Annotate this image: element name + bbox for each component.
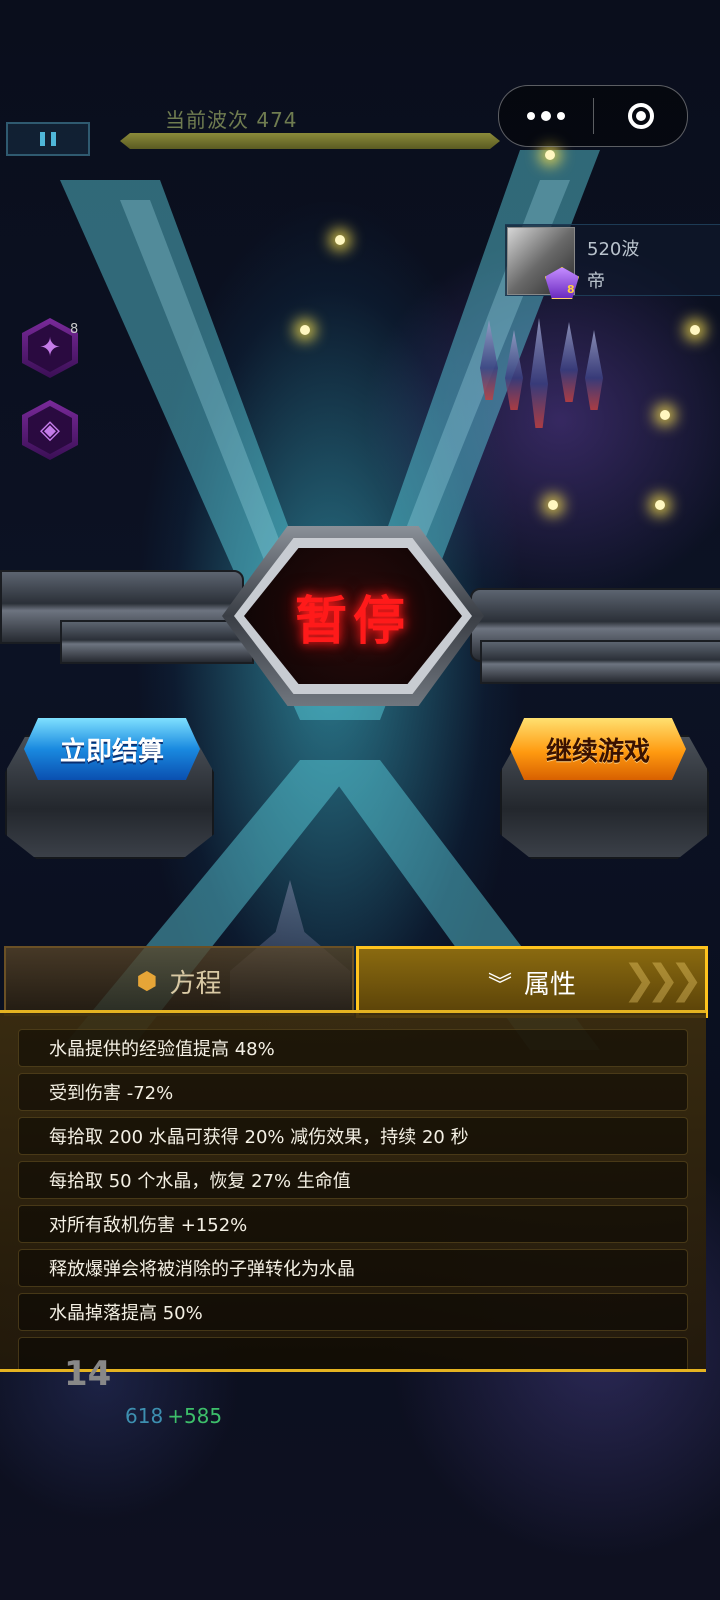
rank-level: 8 (567, 283, 575, 296)
more-button[interactable] (499, 86, 593, 146)
more-dots-icon (527, 112, 535, 120)
score-gain: +585 (167, 1404, 223, 1428)
attribute-row: 水晶提供的经验值提高 48% (18, 1029, 688, 1067)
mech-arm-right-lower (480, 640, 720, 684)
attribute-row: 每拾取 200 水晶可获得 20% 减伤效果，持续 20 秒 (18, 1117, 688, 1155)
wave-progress-bar (120, 133, 500, 149)
attribute-row: 水晶掉落提高 50% (18, 1293, 688, 1331)
star-sparkle (660, 410, 670, 420)
attribute-row: 释放爆弹会将被消除的子弹转化为水晶 (18, 1249, 688, 1287)
hexagon-icon: ⬢ (136, 967, 158, 995)
miniprogram-capsule (498, 85, 688, 147)
attribute-row: 对所有敌机伤害 +152% (18, 1205, 688, 1243)
skill-count: 8 (70, 322, 79, 337)
double-chevron-down-icon: ︾ (487, 970, 512, 999)
pause-icon (40, 132, 45, 146)
attribute-row-partial (18, 1337, 688, 1369)
close-miniprogram-button[interactable] (594, 86, 687, 146)
continue-game-button[interactable]: 继续游戏 (510, 718, 686, 780)
star-sparkle (545, 150, 555, 160)
tab-formula-label: 方程 (169, 968, 222, 999)
pause-title: 暂停 (294, 591, 411, 652)
star-sparkle (335, 235, 345, 245)
more-dots-icon-center (541, 111, 551, 121)
star-sparkle (655, 500, 665, 510)
player-hp: 14 (64, 1354, 112, 1394)
star-sparkle (300, 325, 310, 335)
rival-name: 帝 (587, 271, 605, 292)
score-value: 618 (125, 1404, 164, 1428)
chevron-decoration-icon: ❯❯❯ (622, 957, 702, 1003)
pause-button[interactable] (6, 122, 90, 156)
rival-rank-card[interactable]: 8 520波 帝 (505, 224, 720, 299)
attribute-row: 每拾取 50 个水晶，恢复 27% 生命值 (18, 1161, 688, 1199)
target-circle-icon (627, 103, 654, 129)
score-display: 618 +585 (125, 1404, 222, 1428)
fairy-skill-icon: ✦ (28, 324, 72, 372)
mech-arm-left-lower (60, 620, 254, 664)
tab-attributes-label: 属性 (523, 969, 576, 1000)
star-sparkle (548, 500, 558, 510)
settle-now-button[interactable]: 立即结算 (24, 718, 200, 780)
star-sparkle (690, 325, 700, 335)
current-wave-label: 当前波次 474 (165, 108, 298, 132)
tab-attributes[interactable]: ︾ 属性 ❯❯❯ (356, 946, 708, 1018)
attribute-row: 受到伤害 -72% (18, 1073, 688, 1111)
tab-formula[interactable]: ⬢ 方程 (4, 946, 354, 1016)
more-dots-icon-end (557, 112, 565, 120)
attributes-panel[interactable]: 水晶提供的经验值提高 48% 受到伤害 -72% 每拾取 200 水晶可获得 2… (0, 1010, 706, 1372)
crystal-skill-icon: ◈ (28, 406, 72, 454)
rival-wave: 520波 (587, 239, 640, 260)
pause-icon-bar (51, 132, 56, 146)
